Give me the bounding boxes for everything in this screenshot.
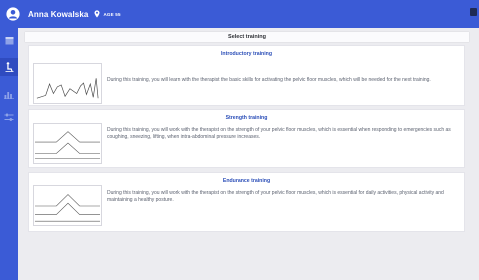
training-title: Strength training bbox=[225, 115, 268, 121]
training-title: Endurance training bbox=[222, 178, 271, 184]
age-tag: AGE 55 bbox=[103, 11, 121, 17]
sidebar-item-settings[interactable] bbox=[0, 108, 18, 126]
training-card-strength[interactable]: Strength training During this training, … bbox=[28, 109, 465, 168]
training-card-introductory[interactable]: Introductory training During this traini… bbox=[28, 45, 465, 106]
top-bar: Anna Kowalska AGE 55 bbox=[0, 0, 479, 28]
bar-chart-icon bbox=[4, 91, 14, 99]
training-card-endurance[interactable]: Endurance training During this training,… bbox=[28, 172, 465, 232]
sidebar-item-exercise[interactable] bbox=[0, 58, 18, 76]
training-description: During this training, you will learn wit… bbox=[107, 77, 431, 83]
exercise-figure-icon bbox=[5, 62, 14, 72]
user-name: Anna Kowalska bbox=[28, 9, 89, 19]
sidebar-item-statistics[interactable] bbox=[0, 85, 18, 103]
location-pin-icon bbox=[94, 10, 100, 18]
trapezoid-pattern-icon bbox=[33, 185, 102, 226]
trapezoid-pattern-icon bbox=[33, 123, 102, 164]
select-training-header: Select training bbox=[25, 32, 469, 42]
training-description: During this training, you will work with… bbox=[107, 190, 444, 203]
waveform-graph-icon bbox=[33, 63, 102, 104]
user-avatar-icon[interactable] bbox=[6, 7, 20, 21]
sidebar-item-calendar[interactable] bbox=[0, 31, 18, 49]
page-title: Select training bbox=[228, 34, 266, 40]
sidebar bbox=[0, 28, 18, 280]
exit-icon[interactable] bbox=[470, 8, 477, 16]
training-title: Introductory training bbox=[220, 51, 272, 57]
calendar-icon bbox=[5, 36, 13, 44]
training-description: During this training, you will work with… bbox=[107, 127, 451, 140]
equalizer-icon bbox=[4, 113, 14, 121]
